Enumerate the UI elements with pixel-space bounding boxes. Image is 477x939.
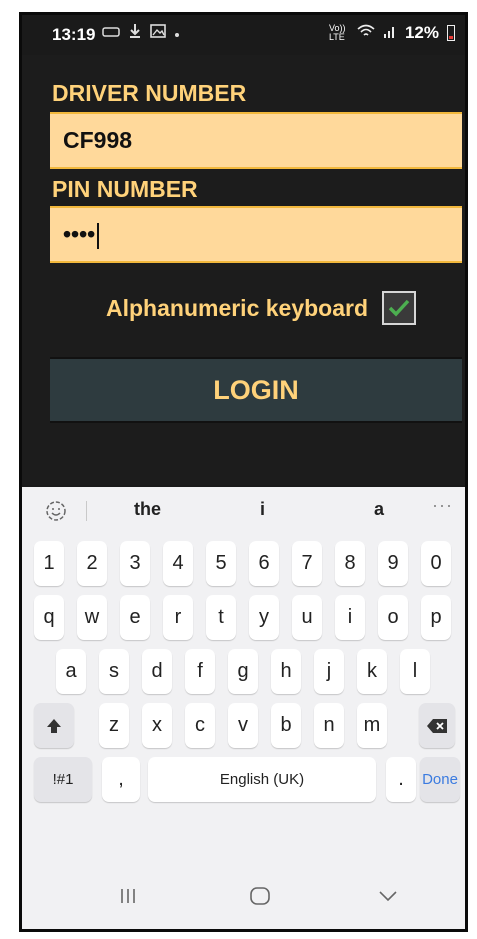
key-y[interactable]: y — [249, 595, 279, 640]
key-u[interactable]: u — [292, 595, 322, 640]
alphanumeric-keyboard-label: Alphanumeric keyboard — [106, 294, 369, 321]
key-c[interactable]: c — [185, 703, 215, 748]
key-t[interactable]: t — [206, 595, 236, 640]
key-n[interactable]: n — [314, 703, 344, 748]
key-7[interactable]: 7 — [292, 541, 322, 586]
symbols-key[interactable]: !#1 — [34, 757, 92, 802]
on-screen-keyboard: the i a ··· 1 2 3 4 5 6 7 8 9 0 q w e r … — [22, 487, 465, 859]
key-i[interactable]: i — [335, 595, 365, 640]
alphanumeric-keyboard-checkbox[interactable] — [382, 291, 417, 325]
key-v[interactable]: v — [228, 703, 258, 748]
key-p[interactable]: p — [421, 595, 451, 640]
suggestion-1[interactable]: the — [134, 499, 161, 520]
key-x[interactable]: x — [142, 703, 172, 748]
status-notification-icons — [102, 23, 180, 42]
phone-screen: 13:19 Vo)) LTE 12% DRIVER NUMBER CF998 P… — [19, 12, 468, 932]
battery-icon — [447, 25, 455, 41]
pin-number-field[interactable]: •••• — [50, 206, 462, 263]
download-icon — [128, 23, 142, 42]
signal-icon — [383, 23, 397, 43]
key-m[interactable]: m — [357, 703, 387, 748]
pin-number-content: •••• — [63, 221, 100, 249]
suggestion-2[interactable]: i — [260, 499, 265, 520]
key-3[interactable]: 3 — [120, 541, 150, 586]
navigation-bar — [22, 859, 465, 929]
status-time: 13:19 — [52, 25, 96, 44]
pin-number-value: •••• — [63, 221, 96, 247]
suggestion-3[interactable]: a — [374, 499, 384, 520]
backspace-key[interactable] — [419, 703, 455, 748]
key-a[interactable]: a — [56, 649, 86, 694]
wifi-icon — [357, 23, 375, 43]
key-h[interactable]: h — [271, 649, 301, 694]
login-button-label: LOGIN — [213, 374, 299, 405]
key-2[interactable]: 2 — [77, 541, 107, 586]
network-type: Vo)) LTE — [328, 23, 346, 42]
key-8[interactable]: 8 — [335, 541, 365, 586]
period-key[interactable]: . — [386, 757, 416, 802]
driver-number-field[interactable]: CF998 — [50, 112, 462, 169]
home-icon[interactable] — [240, 881, 280, 911]
emoji-settings-icon[interactable] — [44, 499, 68, 523]
suggestion-bar: the i a ··· — [22, 487, 465, 535]
comma-key[interactable]: , — [102, 757, 140, 802]
pin-number-label: PIN NUMBER — [52, 176, 198, 202]
shift-key[interactable] — [34, 703, 74, 748]
text-cursor — [97, 222, 100, 249]
key-q[interactable]: q — [34, 595, 64, 640]
key-k[interactable]: k — [357, 649, 387, 694]
key-r[interactable]: r — [163, 595, 193, 640]
suggestion-divider — [86, 501, 87, 521]
driver-number-label: DRIVER NUMBER — [52, 80, 247, 106]
cast-icon — [102, 25, 120, 41]
checkmark-icon — [388, 299, 410, 317]
key-f[interactable]: f — [185, 649, 215, 694]
login-button[interactable]: LOGIN — [50, 357, 462, 423]
shift-icon — [47, 718, 61, 733]
key-5[interactable]: 5 — [206, 541, 236, 586]
key-j[interactable]: j — [314, 649, 344, 694]
key-l[interactable]: l — [400, 649, 430, 694]
battery-percent: 12% — [404, 23, 439, 42]
key-g[interactable]: g — [228, 649, 258, 694]
more-options-icon[interactable]: ··· — [432, 495, 453, 516]
key-z[interactable]: z — [99, 703, 129, 748]
key-w[interactable]: w — [77, 595, 107, 640]
key-s[interactable]: s — [99, 649, 129, 694]
alphanumeric-keyboard-option[interactable]: Alphanumeric keyboard — [106, 291, 417, 325]
key-o[interactable]: o — [378, 595, 408, 640]
status-right-group: Vo)) LTE 12% — [329, 23, 455, 43]
key-e[interactable]: e — [120, 595, 150, 640]
key-6[interactable]: 6 — [249, 541, 279, 586]
driver-number-value: CF998 — [63, 127, 133, 153]
backspace-icon — [427, 718, 447, 733]
login-screen: DRIVER NUMBER CF998 PIN NUMBER •••• Alph… — [22, 55, 465, 485]
key-4[interactable]: 4 — [163, 541, 193, 586]
key-9[interactable]: 9 — [378, 541, 408, 586]
done-key[interactable]: Done — [420, 757, 460, 802]
key-d[interactable]: d — [142, 649, 172, 694]
space-key[interactable]: English (UK) — [148, 757, 376, 802]
key-b[interactable]: b — [271, 703, 301, 748]
key-1[interactable]: 1 — [34, 541, 64, 586]
key-0[interactable]: 0 — [421, 541, 451, 586]
recents-icon[interactable] — [108, 881, 148, 911]
back-icon[interactable] — [368, 881, 408, 911]
status-bar: 13:19 Vo)) LTE 12% — [22, 15, 465, 55]
gallery-icon — [150, 23, 166, 42]
dot-icon — [174, 25, 180, 41]
